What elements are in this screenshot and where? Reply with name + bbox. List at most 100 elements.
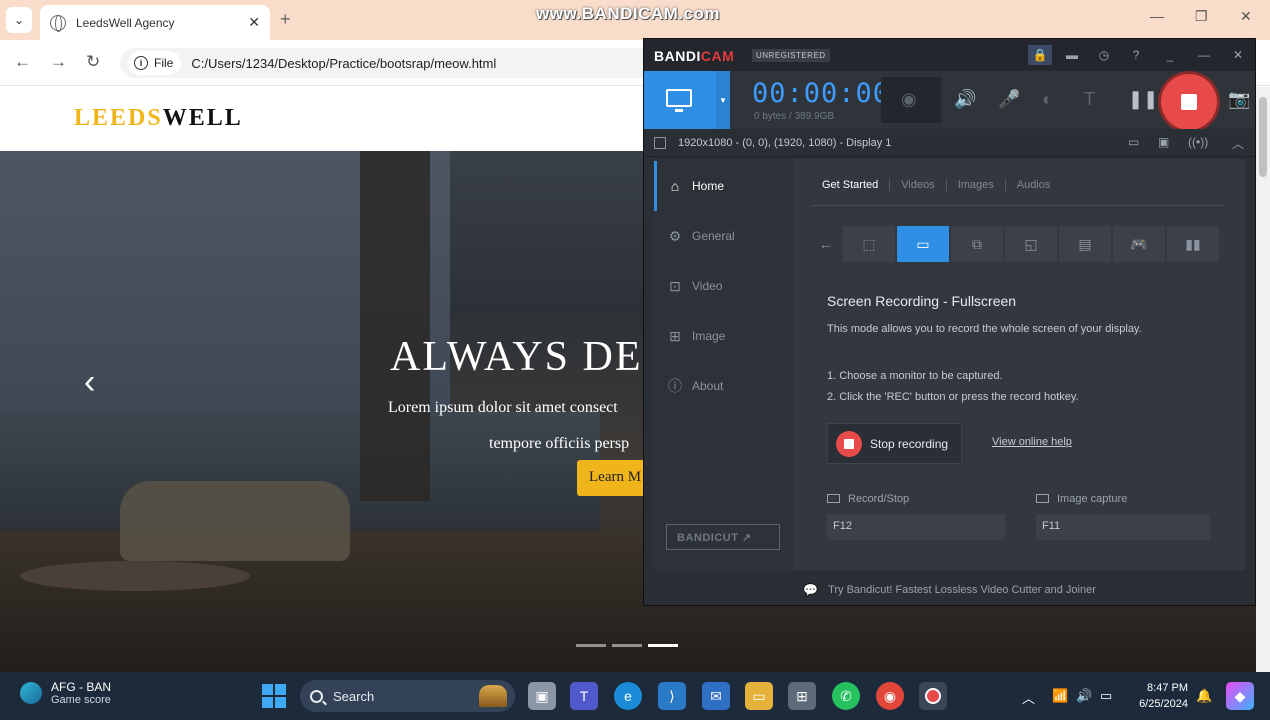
- back-arrow-icon[interactable]: ←: [14, 52, 31, 72]
- copilot-icon[interactable]: ◆: [1226, 682, 1254, 710]
- stop-recording-button[interactable]: Stop recording: [827, 423, 962, 464]
- close-window-icon[interactable]: ✕: [1240, 8, 1252, 25]
- record-hotkey-field[interactable]: F12: [827, 514, 1005, 540]
- view-online-help-link[interactable]: View online help: [992, 436, 1072, 448]
- tab-close-icon[interactable]: ✕: [248, 14, 260, 31]
- image-icon[interactable]: ▣: [1158, 135, 1169, 149]
- forward-arrow-icon[interactable]: →: [50, 52, 67, 72]
- pause-icon[interactable]: ❚❚: [1128, 89, 1158, 110]
- image-hotkey-text: Image capture: [1057, 493, 1128, 505]
- chevron-up-icon[interactable]: ︿: [1022, 688, 1035, 707]
- reload-icon[interactable]: ↻: [86, 52, 100, 72]
- page-scrollbar[interactable]: [1256, 87, 1270, 672]
- tab-images[interactable]: Images: [945, 179, 1005, 191]
- tab-audios[interactable]: Audios: [1004, 179, 1062, 191]
- bell-icon[interactable]: 🔔: [1196, 688, 1212, 704]
- scrollbar-thumb[interactable]: [1259, 97, 1267, 177]
- teams-icon[interactable]: T: [570, 682, 598, 710]
- image-hotkey-label: Image capture: [1036, 493, 1127, 505]
- hero-bg-table: [20, 561, 250, 591]
- restore-icon[interactable]: ❐: [1195, 8, 1208, 25]
- vscode-icon[interactable]: ⟩: [658, 682, 686, 710]
- sidebar-item-image[interactable]: ⊞ Image: [654, 311, 793, 361]
- clock-icon[interactable]: ◷: [1092, 45, 1116, 65]
- sidebar-item-general[interactable]: ⚙ General: [654, 211, 793, 261]
- site-logo[interactable]: LEEDSWELL: [74, 105, 243, 132]
- audio-mode-icon[interactable]: ▮▮: [1167, 226, 1219, 262]
- volume-icon[interactable]: 🔊: [1076, 688, 1092, 704]
- carousel-indicator-active[interactable]: [648, 644, 678, 647]
- capture-area-checkbox[interactable]: [654, 137, 666, 149]
- mode-dropdown-button[interactable]: ▼: [716, 71, 730, 129]
- weather-widget[interactable]: AFG - BAN Game score: [20, 680, 111, 706]
- minimize-icon[interactable]: —: [1150, 8, 1164, 24]
- chevron-down-icon: ⌄: [13, 13, 25, 27]
- video-icon[interactable]: ▭: [1128, 135, 1139, 149]
- store-icon[interactable]: ⊞: [788, 682, 816, 710]
- file-explorer-icon[interactable]: ▭: [745, 682, 773, 710]
- tab-search-button[interactable]: ⌄: [6, 7, 32, 33]
- mini-mode-icon[interactable]: _: [1158, 45, 1182, 65]
- rectangle-mode-icon[interactable]: ⬚: [843, 226, 895, 262]
- search-highlight-icon: [479, 685, 507, 707]
- browser-tab[interactable]: LeedsWell Agency ✕: [40, 5, 270, 40]
- new-tab-button[interactable]: +: [280, 9, 291, 30]
- bandicam-body: ⌂ Home ⚙ General ⊡ Video ⊞ Image ⓘ About BAND…: [654, 159, 1245, 570]
- back-arrow-icon[interactable]: ←: [811, 226, 841, 262]
- sidebar-item-home[interactable]: ⌂ Home: [654, 161, 793, 211]
- cursor-effect-icon[interactable]: ◐: [1042, 89, 1053, 110]
- folder-icon[interactable]: ▬: [1060, 45, 1084, 65]
- whatsapp-icon[interactable]: ✆: [832, 682, 860, 710]
- microphone-icon[interactable]: 🎤: [998, 89, 1020, 110]
- chrome-icon[interactable]: ◉: [876, 682, 904, 710]
- broadcast-icon[interactable]: ((•)): [1188, 135, 1208, 149]
- screen-mode-button[interactable]: [644, 71, 716, 129]
- record-hotkey-text: Record/Stop: [848, 493, 910, 505]
- fullscreen-mode-icon[interactable]: ▭: [897, 226, 949, 262]
- minimize-icon[interactable]: —: [1192, 45, 1216, 65]
- close-icon[interactable]: ✕: [1226, 45, 1250, 65]
- carousel-prev-icon[interactable]: ‹: [84, 363, 95, 402]
- collapse-icon[interactable]: ︿: [1232, 135, 1244, 152]
- mail-icon[interactable]: ✉: [702, 682, 730, 710]
- battery-icon[interactable]: ▭: [1100, 688, 1112, 704]
- game-mode-icon[interactable]: 🎮: [1113, 226, 1165, 262]
- url-text[interactable]: C:/Users/1234/Desktop/Practice/bootsrap/…: [191, 56, 496, 71]
- text-overlay-icon[interactable]: T: [1084, 89, 1095, 110]
- camera-icon[interactable]: 📷: [1228, 89, 1250, 110]
- site-info-chip[interactable]: i File: [128, 51, 182, 75]
- around-mouse-mode-icon[interactable]: ⧉: [951, 226, 1003, 262]
- instruction-step2: 2. Click the 'REC' button or press the r…: [827, 391, 1079, 403]
- carousel-indicator[interactable]: [612, 644, 642, 647]
- bandicam-footer[interactable]: 💬 Try Bandicut! Fastest Lossless Video C…: [644, 575, 1255, 605]
- bandicam-taskbar-icon[interactable]: [919, 682, 947, 710]
- speaker-icon[interactable]: 🔊: [954, 89, 976, 110]
- lock-icon[interactable]: 🔒: [1028, 45, 1052, 65]
- task-view-icon[interactable]: ▣: [528, 682, 556, 710]
- bandicut-button[interactable]: BANDICUT ↗: [666, 524, 780, 550]
- stop-record-button[interactable]: [1161, 74, 1217, 130]
- tab-get-started[interactable]: Get Started: [811, 179, 889, 191]
- hero-subtitle-line2: tempore officiis persp: [489, 435, 630, 452]
- webcam-overlay-button[interactable]: ◉: [881, 77, 941, 123]
- tab-videos[interactable]: Videos: [889, 179, 945, 191]
- sidebar-item-label: Image: [692, 329, 726, 343]
- select-area-mode-icon[interactable]: ◱: [1005, 226, 1057, 262]
- unregistered-badge[interactable]: UNREGISTERED: [752, 49, 830, 62]
- wifi-icon[interactable]: 📶: [1052, 688, 1068, 704]
- sidebar-item-about[interactable]: ⓘ About: [654, 361, 793, 411]
- help-icon[interactable]: ?: [1124, 45, 1148, 65]
- windows-start-icon[interactable]: [262, 684, 286, 708]
- carousel-indicators: [576, 644, 678, 647]
- sidebar-item-video[interactable]: ⊡ Video: [654, 261, 793, 311]
- info-icon: ⓘ: [668, 378, 682, 394]
- image-hotkey-field[interactable]: F11: [1036, 514, 1210, 540]
- device-mode-icon[interactable]: ▤: [1059, 226, 1111, 262]
- taskbar-search[interactable]: Search: [300, 680, 515, 712]
- system-clock[interactable]: 8:47 PM 6/25/2024: [1130, 680, 1188, 712]
- sidebar-item-label: General: [692, 229, 735, 243]
- record-hotkey-label: Record/Stop: [827, 493, 909, 505]
- capture-resolution: 1920x1080 - (0, 0), (1920, 1080) - Displ…: [678, 137, 892, 149]
- edge-icon[interactable]: e: [614, 682, 642, 710]
- carousel-indicator[interactable]: [576, 644, 606, 647]
